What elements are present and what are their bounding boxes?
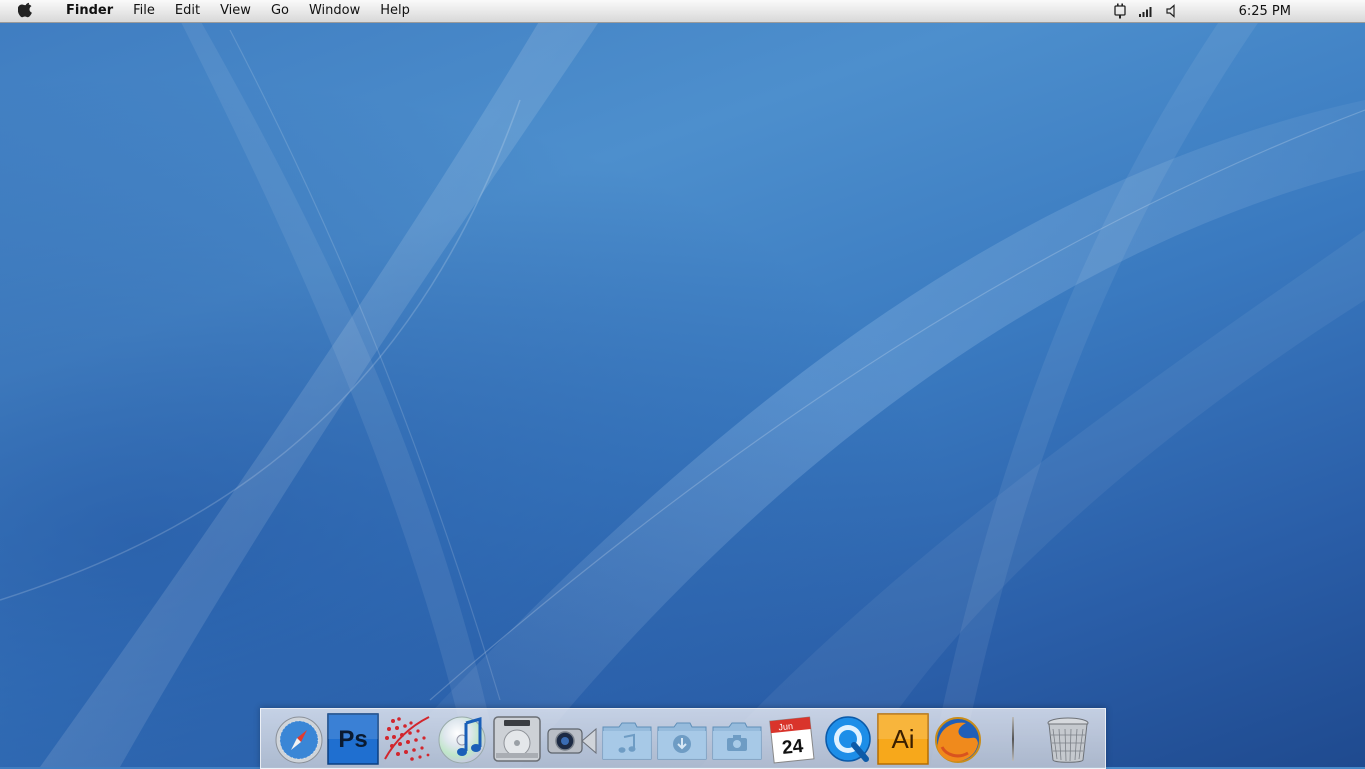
- itunes-icon[interactable]: [436, 713, 488, 765]
- menu-app-finder[interactable]: Finder: [56, 0, 123, 22]
- calendar-month-label: Jun: [778, 721, 793, 732]
- power-plug-icon[interactable]: [1112, 3, 1128, 19]
- photoshop-label: Ps: [338, 726, 367, 753]
- music-folder-icon[interactable]: [601, 713, 653, 765]
- calendar-day-label: 24: [781, 736, 805, 759]
- illustrator-label: Ai: [891, 724, 914, 754]
- dock: Ps Jun 24 Ai: [260, 708, 1106, 769]
- safari-icon[interactable]: [273, 713, 325, 765]
- volume-icon[interactable]: [1164, 3, 1180, 19]
- downloads-folder-icon[interactable]: [656, 713, 708, 765]
- ical-calendar-icon[interactable]: Jun 24: [766, 713, 818, 765]
- dotted-swoosh-app-icon[interactable]: [381, 713, 433, 765]
- menu-view[interactable]: View: [210, 0, 261, 22]
- menu-window[interactable]: Window: [299, 0, 370, 22]
- signal-bars-icon[interactable]: [1138, 3, 1154, 19]
- hard-drive-icon[interactable]: [491, 713, 543, 765]
- dock-separator: [1012, 717, 1014, 761]
- firefox-icon[interactable]: [932, 713, 984, 765]
- menu-edit[interactable]: Edit: [165, 0, 210, 22]
- apple-menu-icon[interactable]: [18, 2, 38, 20]
- menu-file[interactable]: File: [123, 0, 165, 22]
- menu-clock[interactable]: 6:25 PM: [1239, 4, 1291, 19]
- menu-help[interactable]: Help: [370, 0, 420, 22]
- photoshop-icon[interactable]: Ps: [327, 713, 379, 765]
- menu-go[interactable]: Go: [261, 0, 299, 22]
- menu-bar: Finder File Edit View Go Window Help 6:2…: [0, 0, 1365, 23]
- facetime-camera-icon[interactable]: [546, 713, 598, 765]
- quicktime-icon[interactable]: [822, 713, 874, 765]
- illustrator-icon[interactable]: Ai: [877, 713, 929, 765]
- pictures-folder-icon[interactable]: [711, 713, 763, 765]
- trash-icon[interactable]: [1042, 713, 1094, 765]
- desktop-wallpaper: [0, 0, 1365, 767]
